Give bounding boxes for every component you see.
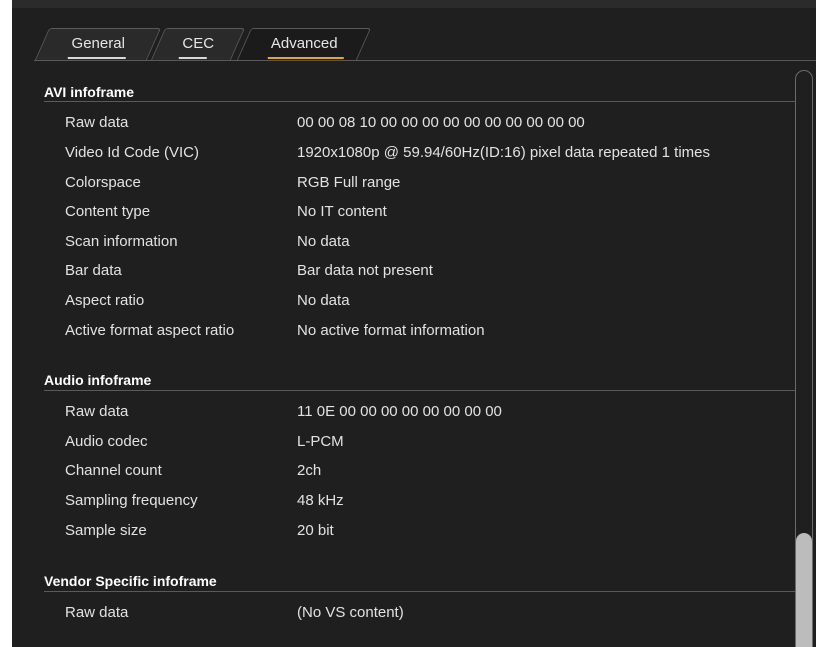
section-title-vendor: Vendor Specific infoframe — [44, 573, 217, 589]
row-label: Raw data — [65, 114, 129, 131]
section-rule-vendor — [44, 591, 800, 592]
row-label: Aspect ratio — [65, 292, 145, 309]
tab-cec-label: CEC — [182, 35, 215, 52]
row-value: 2ch — [297, 462, 322, 479]
row-value: L-PCM — [297, 433, 344, 450]
tab-advanced[interactable]: Advanced — [236, 28, 372, 60]
row-label: Raw data — [65, 604, 129, 621]
row-value: (No VS content) — [297, 604, 404, 621]
row-value: No active format information — [297, 322, 485, 339]
tab-general[interactable]: General — [34, 28, 162, 60]
section-title-audio: Audio infoframe — [44, 372, 152, 388]
row-value: No data — [297, 233, 350, 250]
row-label: Active format aspect ratio — [65, 322, 235, 339]
row-label: Video Id Code (VIC) — [65, 144, 199, 161]
row-label: Raw data — [65, 403, 129, 420]
scrollbar-thumb[interactable] — [796, 533, 812, 647]
tab-cec-indicator — [178, 57, 207, 59]
tab-advanced-label: Advanced — [270, 35, 338, 52]
row-value: Bar data not present — [297, 262, 433, 279]
tab-general-indicator — [67, 57, 126, 59]
infoframe-panel: General CEC Advanced AVI infoframe Raw d… — [12, 0, 816, 647]
row-value: RGB Full range — [297, 174, 401, 191]
row-label: Sampling frequency — [65, 492, 198, 509]
tab-general-label: General — [71, 35, 125, 52]
row-value: 11 0E 00 00 00 00 00 00 00 00 — [297, 403, 502, 420]
row-value: 00 00 08 10 00 00 00 00 00 00 00 00 00 0… — [297, 114, 585, 131]
section-rule-audio — [44, 390, 800, 391]
row-label: Content type — [65, 203, 151, 220]
tab-divider — [34, 60, 816, 61]
infoframe-content: AVI infoframe Raw data 00 00 08 10 00 00… — [44, 76, 800, 647]
row-value: 48 kHz — [297, 492, 344, 509]
row-label: Bar data — [65, 262, 122, 279]
tab-advanced-indicator — [267, 57, 344, 59]
row-label: Audio codec — [65, 433, 148, 450]
panel-top-bar — [12, 0, 816, 8]
row-label: Scan information — [65, 233, 178, 250]
section-title-avi: AVI infoframe — [44, 84, 134, 100]
row-label: Sample size — [65, 522, 147, 539]
tab-strip: General CEC Advanced — [34, 22, 816, 62]
section-rule-avi — [44, 101, 800, 102]
row-label: Channel count — [65, 462, 162, 479]
tab-cec[interactable]: CEC — [150, 28, 246, 60]
row-value: No IT content — [297, 203, 387, 220]
row-label: Colorspace — [65, 174, 141, 191]
row-value: 20 bit — [297, 522, 334, 539]
row-value: No data — [297, 292, 350, 309]
row-value: 1920x1080p @ 59.94/60Hz(ID:16) pixel dat… — [297, 144, 710, 161]
